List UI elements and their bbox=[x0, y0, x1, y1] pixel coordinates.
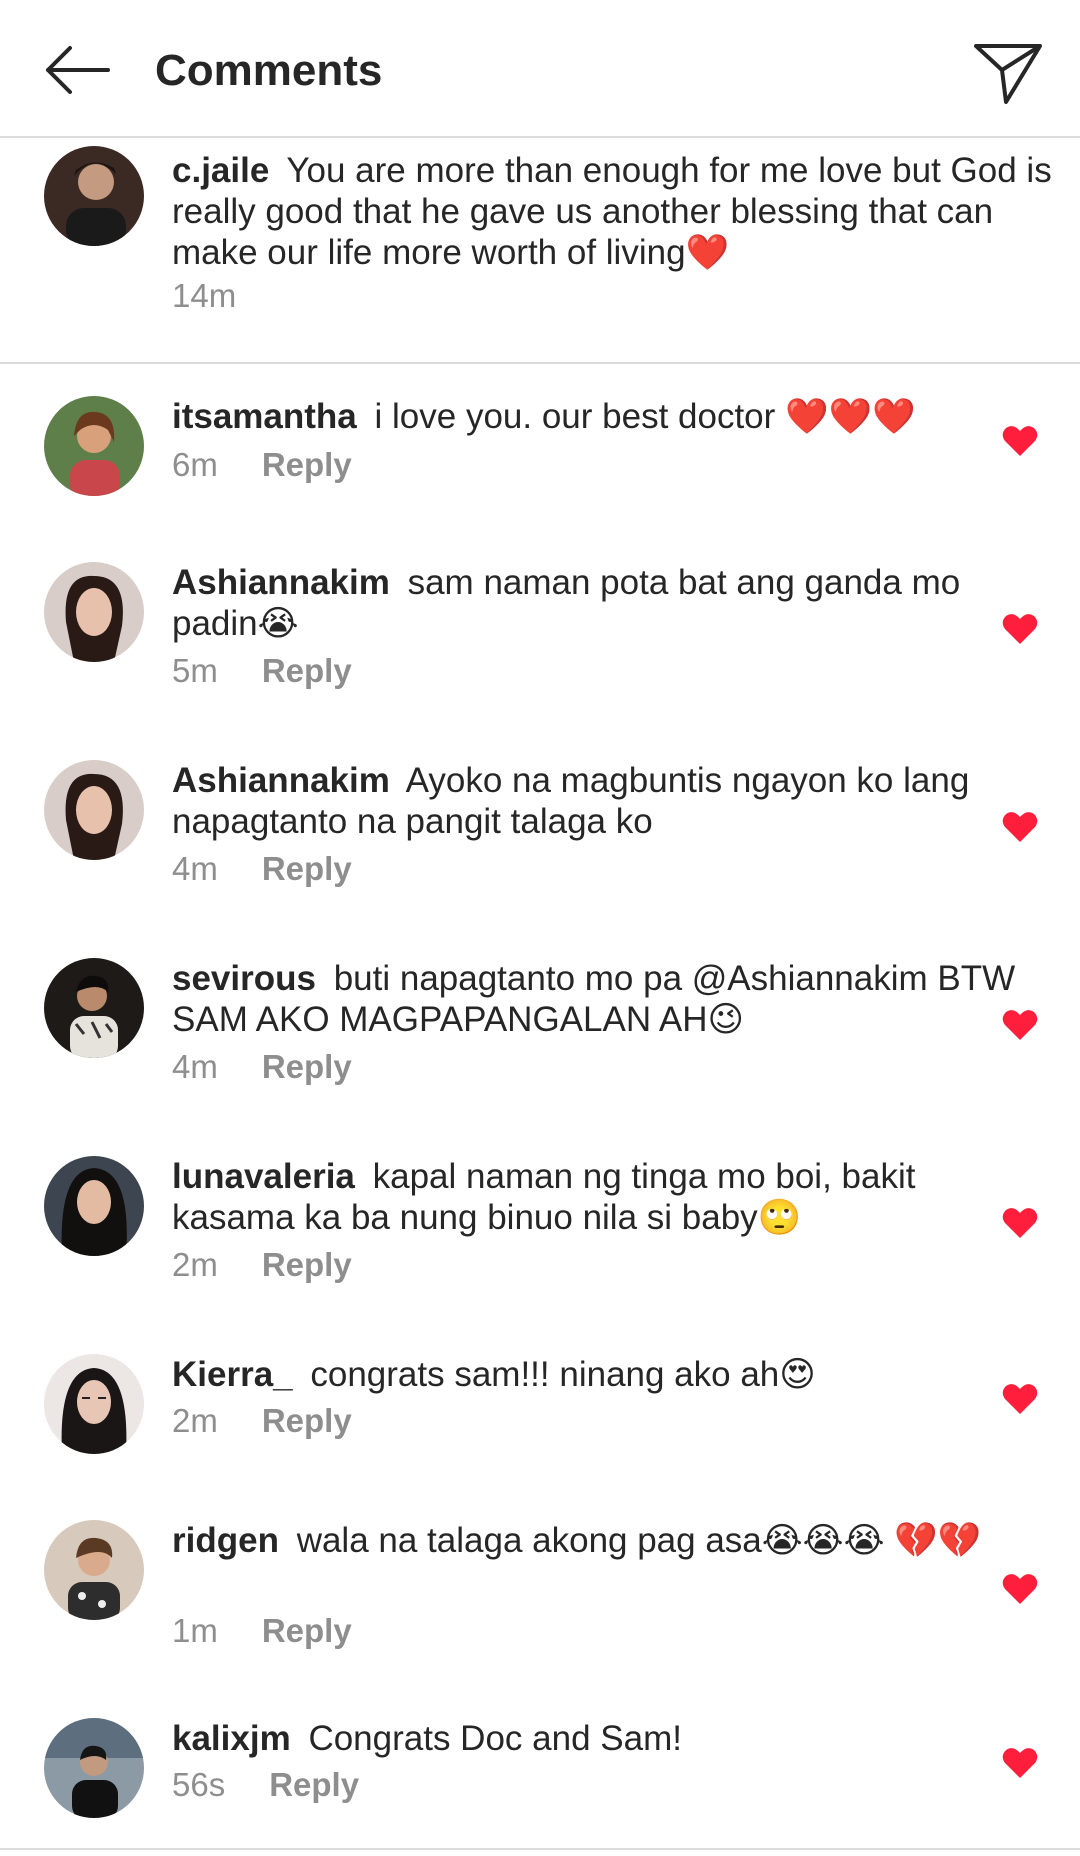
timestamp: 4m bbox=[172, 850, 218, 887]
reply-button[interactable]: Reply bbox=[262, 1402, 352, 1439]
timestamp: 56s bbox=[172, 1766, 226, 1803]
comment-meta: 5m Reply bbox=[172, 652, 352, 690]
heart-icon[interactable] bbox=[1002, 1382, 1038, 1416]
arrow-left-icon[interactable] bbox=[44, 42, 112, 98]
timestamp: 14m bbox=[172, 277, 237, 314]
reply-button[interactable]: Reply bbox=[262, 446, 352, 483]
comment-meta: 4m Reply bbox=[172, 1048, 352, 1086]
timestamp: 2m bbox=[172, 1402, 218, 1439]
heart-icon[interactable] bbox=[1002, 1746, 1038, 1780]
comment-meta: 4m Reply bbox=[172, 850, 352, 888]
paper-plane-icon[interactable] bbox=[972, 40, 1044, 106]
avatar[interactable] bbox=[44, 1156, 144, 1256]
reply-button[interactable]: Reply bbox=[262, 850, 352, 887]
username[interactable]: lunavaleria bbox=[172, 1157, 355, 1196]
caption-text: c.jaile You are more than enough for me … bbox=[172, 150, 1052, 273]
avatar[interactable] bbox=[44, 562, 144, 662]
avatar[interactable] bbox=[44, 396, 144, 496]
comment-meta: 6m Reply bbox=[172, 446, 352, 484]
timestamp: 4m bbox=[172, 1048, 218, 1085]
heart-icon[interactable] bbox=[1002, 810, 1038, 844]
comment-meta: 56s Reply bbox=[172, 1766, 359, 1804]
username[interactable]: c.jaile bbox=[172, 151, 269, 190]
comment-meta: 2m Reply bbox=[172, 1402, 352, 1440]
heart-icon[interactable] bbox=[1002, 612, 1038, 646]
reply-button[interactable]: Reply bbox=[262, 1612, 352, 1649]
divider bbox=[0, 1848, 1080, 1850]
username[interactable]: kalixjm bbox=[172, 1719, 291, 1758]
avatar[interactable] bbox=[44, 760, 144, 860]
comment-body: Congrats Doc and Sam! bbox=[308, 1719, 682, 1758]
timestamp: 1m bbox=[172, 1612, 218, 1649]
avatar[interactable] bbox=[44, 958, 144, 1058]
username[interactable]: ridgen bbox=[172, 1521, 279, 1560]
avatar[interactable] bbox=[44, 1354, 144, 1454]
comment-meta: 2m Reply bbox=[172, 1246, 352, 1284]
comment-meta: 1m Reply bbox=[172, 1612, 352, 1650]
reply-button[interactable]: Reply bbox=[262, 652, 352, 689]
reply-button[interactable]: Reply bbox=[269, 1766, 359, 1803]
reply-button[interactable]: Reply bbox=[262, 1246, 352, 1283]
avatar[interactable] bbox=[44, 146, 144, 246]
top-bar: Comments bbox=[0, 0, 1080, 138]
timestamp: 6m bbox=[172, 446, 218, 483]
comment-body: congrats sam!!! ninang ako ah😍 bbox=[310, 1355, 816, 1394]
avatar[interactable] bbox=[44, 1520, 144, 1620]
username[interactable]: Kierra_ bbox=[172, 1355, 293, 1394]
reply-button[interactable]: Reply bbox=[262, 1048, 352, 1085]
username[interactable]: itsamantha bbox=[172, 397, 357, 436]
username[interactable]: Ashiannakim bbox=[172, 563, 390, 602]
comment-body: You are more than enough for me love but… bbox=[172, 151, 1052, 272]
heart-icon[interactable] bbox=[1002, 1206, 1038, 1240]
post-caption: c.jaile You are more than enough for me … bbox=[0, 138, 1080, 364]
comment-body: i love you. our best doctor ❤️❤️❤️ bbox=[374, 397, 916, 436]
username[interactable]: Ashiannakim bbox=[172, 761, 390, 800]
avatar[interactable] bbox=[44, 1718, 144, 1818]
heart-icon[interactable] bbox=[1002, 1572, 1038, 1606]
timestamp: 2m bbox=[172, 1246, 218, 1283]
heart-icon[interactable] bbox=[1002, 1008, 1038, 1042]
timestamp: 5m bbox=[172, 652, 218, 689]
heart-icon[interactable] bbox=[1002, 424, 1038, 458]
username[interactable]: sevirous bbox=[172, 959, 316, 998]
page-title: Comments bbox=[155, 46, 383, 95]
comment-body: wala na talaga akong pag asa😭😭😭 💔💔 bbox=[296, 1521, 982, 1560]
